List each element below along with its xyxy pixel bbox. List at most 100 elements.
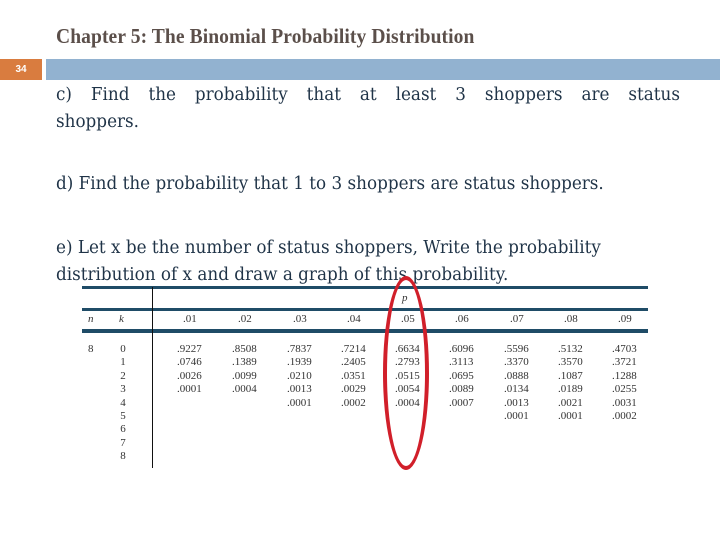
table-cell bbox=[232, 423, 257, 436]
table-cell: .3721 bbox=[612, 356, 637, 369]
table-cell bbox=[449, 423, 474, 436]
table-cell: .1389 bbox=[232, 356, 257, 369]
table-cell bbox=[287, 437, 312, 450]
question-c: c) Find the probability that at least 3 … bbox=[56, 85, 680, 132]
k-value: 2 bbox=[120, 369, 126, 382]
table-cell: .3570 bbox=[558, 356, 583, 369]
table-rule-top bbox=[82, 286, 648, 289]
table-cell: .0001 bbox=[177, 383, 202, 396]
page-number-badge: 34 bbox=[0, 59, 42, 80]
table-cell bbox=[612, 437, 637, 450]
table-cell: .0029 bbox=[341, 383, 366, 396]
table-cell: .0013 bbox=[504, 396, 529, 409]
table-cell: .7214 bbox=[341, 343, 366, 355]
table-cell: .0026 bbox=[177, 369, 202, 382]
table-cell: .6096 bbox=[449, 343, 474, 355]
table-cell: .0134 bbox=[504, 383, 529, 396]
table-cell bbox=[449, 450, 474, 463]
table-cell: .0255 bbox=[612, 383, 637, 396]
table-cell bbox=[558, 423, 583, 436]
table-cell: .9227 bbox=[177, 343, 202, 355]
table-cell: .0746 bbox=[177, 356, 202, 369]
p-header-02: .02 bbox=[238, 313, 252, 325]
table-cell bbox=[177, 450, 202, 463]
p-header-01: .01 bbox=[183, 313, 197, 325]
slide-title: Chapter 5: The Binomial Probability Dist… bbox=[56, 24, 475, 48]
table-cell bbox=[177, 397, 202, 410]
prob-column-09: .4703.3721.1288.0255.0031.0002 bbox=[612, 343, 637, 464]
table-cell bbox=[449, 410, 474, 423]
table-cell bbox=[232, 410, 257, 423]
table-rule-mid bbox=[82, 308, 648, 311]
table-cell bbox=[558, 437, 583, 450]
table-cell: .1939 bbox=[287, 356, 312, 369]
table-vertical-divider bbox=[152, 287, 153, 468]
table-cell: .0031 bbox=[612, 396, 637, 409]
question-d: d) Find the probability that 1 to 3 shop… bbox=[56, 174, 604, 194]
prob-column-01: .9227.0746.0026.0001 bbox=[177, 343, 202, 464]
p-header-08: .08 bbox=[564, 313, 578, 325]
table-cell: .0351 bbox=[341, 369, 366, 382]
k-value: 7 bbox=[120, 436, 126, 449]
table-cell: .0001 bbox=[504, 409, 529, 422]
p-header-03: .03 bbox=[293, 313, 307, 325]
prob-column-08: .5132.3570.1087.0189.0021.0001 bbox=[558, 343, 583, 464]
p-header-09: .09 bbox=[618, 313, 632, 325]
k-value: 3 bbox=[120, 383, 126, 396]
prob-column-04: .7214.2405.0351.0029.0002 bbox=[341, 343, 366, 464]
prob-column-05: .6634.2793.0515.0054.0004 bbox=[395, 343, 420, 464]
title-divider-bar bbox=[46, 59, 720, 80]
table-cell: .3370 bbox=[504, 356, 529, 369]
table-cell: .0002 bbox=[612, 409, 637, 422]
table-cell bbox=[341, 423, 366, 436]
table-cell bbox=[612, 423, 637, 436]
table-cell: .1087 bbox=[558, 369, 583, 382]
table-cell: .0695 bbox=[449, 369, 474, 382]
table-cell bbox=[341, 437, 366, 450]
table-cell: .0189 bbox=[558, 383, 583, 396]
table-cell: .8508 bbox=[232, 343, 257, 355]
table-cell: .0004 bbox=[395, 396, 420, 409]
table-cell: .2405 bbox=[341, 356, 366, 369]
p-header-06: .06 bbox=[455, 313, 469, 325]
table-cell: .6634 bbox=[395, 343, 420, 355]
table-cell bbox=[232, 450, 257, 463]
table-cell: .0001 bbox=[287, 396, 312, 409]
table-cell bbox=[449, 437, 474, 450]
table-cell: .0004 bbox=[232, 383, 257, 396]
question-e: e) Let x be the number of status shopper… bbox=[56, 235, 709, 289]
table-cell bbox=[232, 437, 257, 450]
k-column: 012345678 bbox=[117, 343, 129, 464]
binomial-table: p n k .01 .02 .03 .04 .05 .06 .07 .08 .09 8 0123… bbox=[82, 285, 648, 475]
n-value: 8 bbox=[88, 343, 94, 355]
table-cell: .5596 bbox=[504, 343, 529, 355]
table-cell: .0515 bbox=[395, 369, 420, 382]
table-cell: .4703 bbox=[612, 343, 637, 355]
k-value: 6 bbox=[120, 423, 126, 436]
table-cell: .0002 bbox=[341, 396, 366, 409]
table-cell: .3113 bbox=[449, 356, 474, 369]
table-cell: .0054 bbox=[395, 383, 420, 396]
table-cell: .0021 bbox=[558, 396, 583, 409]
table-cell: .0089 bbox=[449, 383, 474, 396]
table-cell: .0013 bbox=[287, 383, 312, 396]
p-header-04: .04 bbox=[347, 313, 361, 325]
table-cell bbox=[287, 423, 312, 436]
table-cell: .7837 bbox=[287, 343, 312, 355]
table-cell bbox=[287, 410, 312, 423]
table-rule-bottom bbox=[82, 329, 648, 333]
table-cell bbox=[341, 410, 366, 423]
p-header-07: .07 bbox=[510, 313, 524, 325]
table-cell bbox=[395, 410, 420, 423]
k-header: k bbox=[119, 313, 124, 325]
table-cell bbox=[395, 437, 420, 450]
table-cell: .2793 bbox=[395, 356, 420, 369]
table-cell bbox=[177, 410, 202, 423]
table-cell bbox=[287, 450, 312, 463]
prob-column-06: .6096.3113.0695.0089.0007 bbox=[449, 343, 474, 464]
table-cell bbox=[504, 450, 529, 463]
table-cell: .0210 bbox=[287, 369, 312, 382]
prob-column-07: .5596.3370.0888.0134.0013.0001 bbox=[504, 343, 529, 464]
table-cell bbox=[177, 437, 202, 450]
table-cell bbox=[504, 437, 529, 450]
